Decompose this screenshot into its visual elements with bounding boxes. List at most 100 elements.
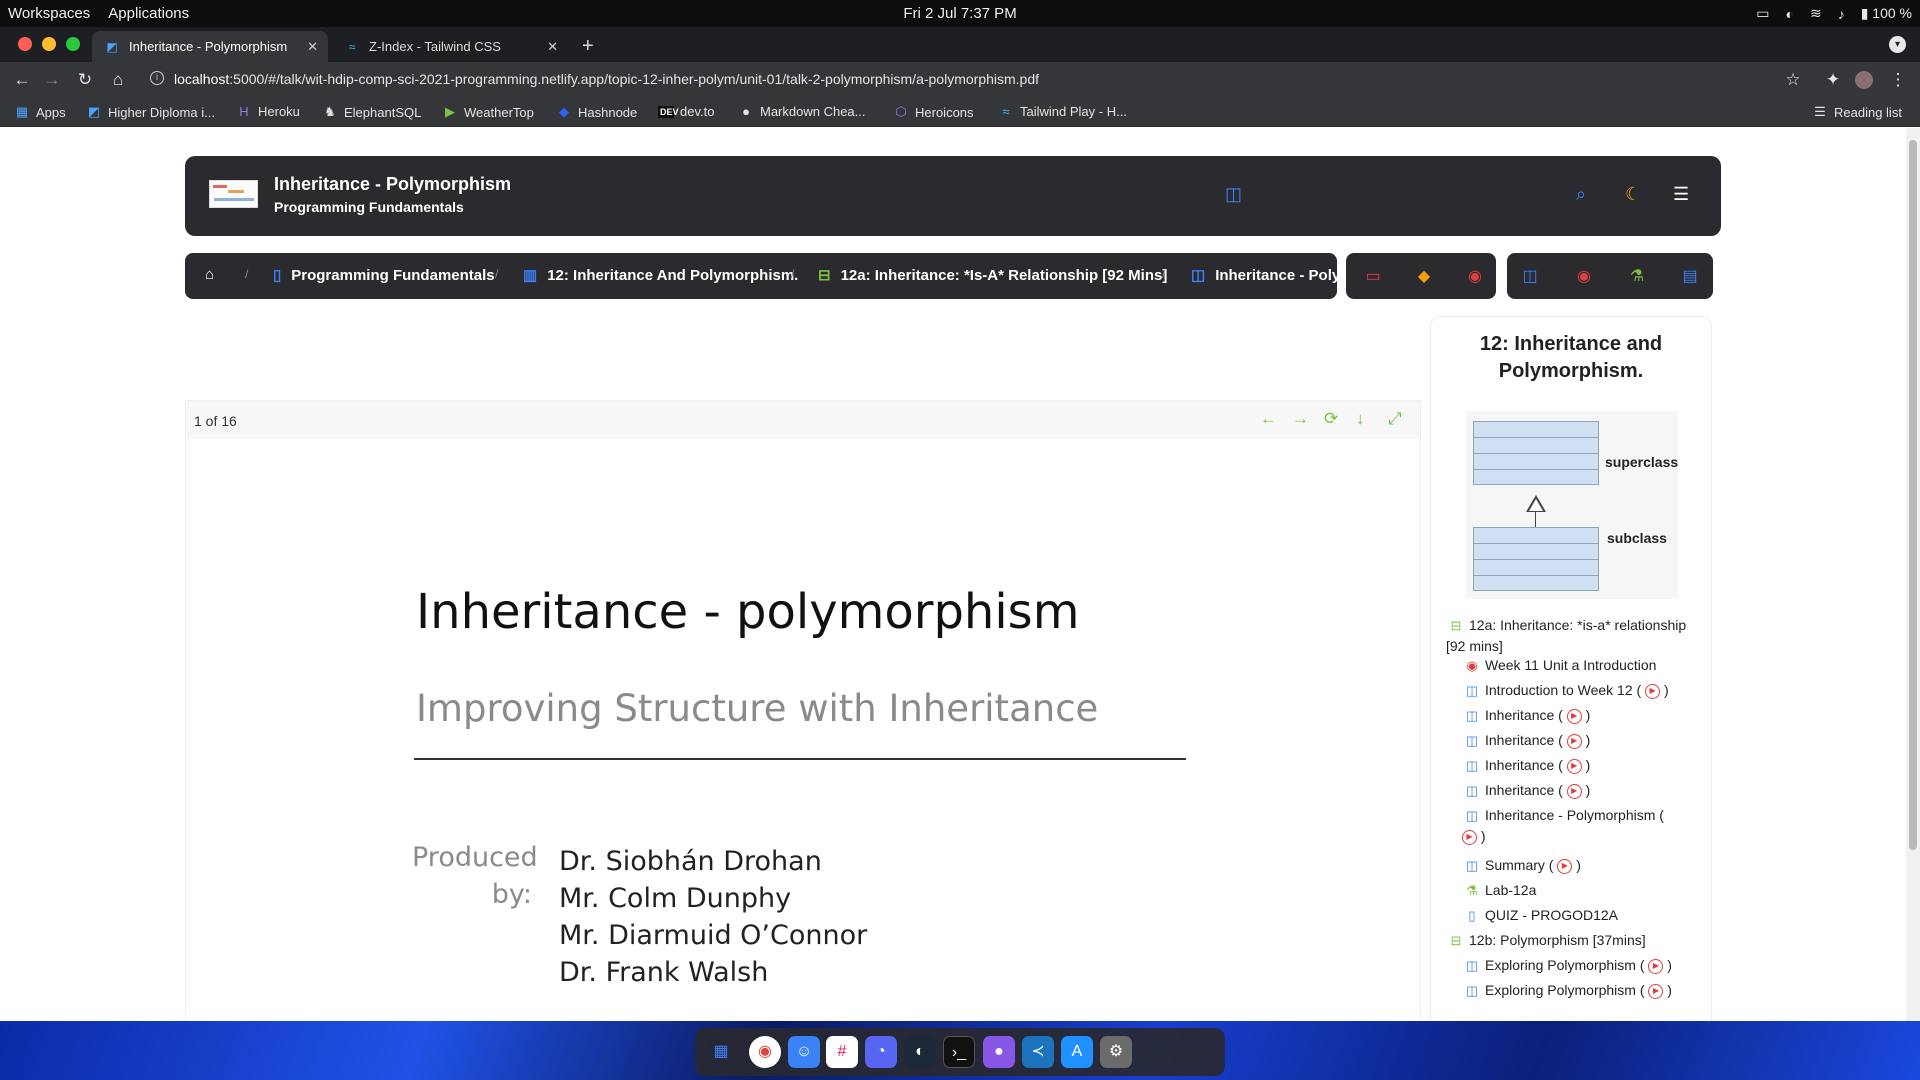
breadcrumb-topic[interactable]: ▥ 12: Inheritance And Polymorphism. bbox=[523, 266, 798, 285]
close-tab-icon[interactable]: ✕ bbox=[307, 39, 318, 55]
video-play-icon[interactable]: ▶ bbox=[1566, 759, 1582, 774]
display-icon[interactable]: ▭ bbox=[1756, 5, 1769, 22]
bookmark-heroicons[interactable]: ⬡ Heroicons bbox=[893, 104, 973, 120]
app-store-icon[interactable]: A bbox=[1061, 1036, 1093, 1068]
bookmark-elephantsql[interactable]: ♞ ElephantSQL bbox=[322, 104, 421, 120]
breadcrumb-course[interactable]: ▯ Programming Fundamentals bbox=[273, 266, 495, 285]
download-icon[interactable]: ↓ bbox=[1356, 409, 1365, 429]
tree-item-video[interactable]: ◉ Week 11 Unit a Introduction bbox=[1446, 655, 1706, 676]
workspaces-menu[interactable]: Workspaces bbox=[8, 5, 90, 22]
chrome-icon[interactable]: ◉ bbox=[749, 1036, 781, 1068]
applications-menu[interactable]: Applications bbox=[108, 5, 189, 22]
wifi-icon[interactable]: ≋ bbox=[1810, 5, 1822, 22]
previous-page-icon[interactable]: ← bbox=[1260, 409, 1277, 429]
bookmark-heroku[interactable]: H Heroku bbox=[236, 104, 300, 119]
menu-icon[interactable]: ☰ bbox=[1673, 184, 1689, 205]
window-maximize-button[interactable] bbox=[66, 37, 80, 51]
graduation-cap-icon[interactable]: ◆ bbox=[1413, 266, 1435, 286]
tree-item-talk[interactable]: ◫ Inheritance ( ▶ ) bbox=[1446, 755, 1706, 776]
breadcrumb-unit[interactable]: ⊟ 12a: Inheritance: *Is-A* Relationship [… bbox=[818, 266, 1167, 285]
reading-list-button[interactable]: ☰ Reading list bbox=[1812, 104, 1902, 120]
address-bar[interactable]: localhost:5000/#/talk/wit-hdip-comp-sci-… bbox=[174, 71, 1039, 87]
bookmark-hashnode[interactable]: ◆ Hashnode bbox=[556, 104, 637, 120]
topic-icon: ⊟ bbox=[1450, 933, 1462, 948]
steam-tray-icon[interactable]: ◐ bbox=[1785, 6, 1793, 22]
volume-icon[interactable]: ♪ bbox=[1838, 6, 1845, 22]
bookmark-devto[interactable]: DEV dev.to bbox=[658, 104, 714, 119]
archive-icon[interactable]: ▤ bbox=[1679, 266, 1701, 286]
chat-icon[interactable]: ▭ bbox=[1362, 266, 1384, 286]
video-play-icon[interactable]: ▶ bbox=[1648, 984, 1664, 999]
tab-z-index-tailwind[interactable]: ≈ Z-Index - Tailwind CSS ✕ bbox=[332, 31, 568, 62]
bookmark-markdown[interactable]: ● Markdown Chea... bbox=[738, 104, 865, 119]
app-grid-icon[interactable]: ▦ bbox=[705, 1036, 737, 1068]
tree-item-talk[interactable]: ◫ Introduction to Week 12 ( ▶ ) bbox=[1446, 680, 1706, 701]
bookmark-tailwind-play[interactable]: ≈ Tailwind Play - H... bbox=[998, 104, 1127, 119]
dark-mode-moon-icon[interactable]: ☾ bbox=[1625, 184, 1641, 205]
heroku-icon: H bbox=[239, 104, 249, 119]
rotate-icon[interactable]: ⟳ bbox=[1324, 409, 1338, 429]
github-desktop-icon[interactable]: ● bbox=[983, 1036, 1015, 1068]
lab-flask-icon[interactable]: ⚗ bbox=[1626, 266, 1648, 286]
video-play-icon[interactable]: ▶ bbox=[1462, 830, 1477, 845]
battery-status[interactable]: ▮ 100 % bbox=[1861, 5, 1912, 22]
browser-menu-icon[interactable]: ⋮ bbox=[1888, 70, 1908, 90]
video-play-icon[interactable]: ▶ bbox=[1648, 959, 1664, 974]
video-play-icon[interactable]: ◉ bbox=[1573, 266, 1595, 286]
tab-search-chevron-icon[interactable]: ▾ bbox=[1889, 36, 1906, 53]
bookmark-star-icon[interactable]: ☆ bbox=[1783, 70, 1803, 90]
search-icon[interactable]: ⌕ bbox=[1576, 184, 1586, 205]
extensions-puzzle-icon[interactable]: ✦ bbox=[1823, 70, 1843, 90]
tree-item-talk[interactable]: ◫ Summary ( ▶ ) bbox=[1446, 855, 1706, 876]
tree-item-talk[interactable]: ◫ Inheritance ( ▶ ) bbox=[1446, 780, 1706, 801]
bookmark-higher-diploma[interactable]: ◩ Higher Diploma i... bbox=[86, 104, 215, 120]
slides-icon[interactable]: ◫ bbox=[1519, 266, 1541, 286]
discord-icon[interactable]: ◔ bbox=[865, 1036, 897, 1068]
github-icon: ● bbox=[742, 104, 750, 119]
breadcrumb-home[interactable]: ⌂ bbox=[205, 266, 214, 283]
system-clock[interactable]: Fri 2 Jul 7:37 PM bbox=[903, 5, 1016, 22]
back-arrow-icon[interactable]: ← bbox=[12, 70, 32, 90]
window-close-button[interactable] bbox=[18, 37, 32, 51]
finder-icon[interactable]: ☺ bbox=[788, 1036, 820, 1068]
page-scrollbar[interactable] bbox=[1906, 128, 1920, 1021]
tree-item-talk[interactable]: ◫ Inheritance ( ▶ ) bbox=[1446, 705, 1706, 726]
bookmark-apps[interactable]: ▦ Apps bbox=[14, 104, 66, 120]
tree-item-talk[interactable]: ◫ Exploring Polymorphism ( ▶ ) bbox=[1446, 980, 1706, 1001]
tree-item-lab[interactable]: ⚗ Lab-12a bbox=[1446, 880, 1706, 901]
reload-icon[interactable]: ↻ bbox=[75, 70, 95, 90]
tree-item-talk[interactable]: ◫ Exploring Polymorphism ( ▶ ) bbox=[1446, 955, 1706, 976]
course-subtitle[interactable]: Programming Fundamentals bbox=[274, 199, 464, 215]
video-play-icon[interactable]: ▶ bbox=[1566, 734, 1582, 749]
terminal-icon[interactable]: ›_ bbox=[943, 1036, 975, 1068]
tab-inheritance-polymorphism[interactable]: ◩ Inheritance - Polymorphism ✕ bbox=[92, 31, 328, 62]
tree-item-quiz[interactable]: ▯ QUIZ - PROGOD12A bbox=[1446, 905, 1706, 926]
profile-avatar[interactable] bbox=[1855, 71, 1873, 89]
site-info-icon[interactable]: i bbox=[150, 71, 164, 85]
tree-item-topic[interactable]: ⊟ 12b: Polymorphism [37mins] bbox=[1446, 930, 1706, 951]
scrollbar-thumb[interactable] bbox=[1909, 140, 1917, 850]
home-icon[interactable]: ⌂ bbox=[108, 70, 128, 90]
breadcrumb-talk[interactable]: ◫ Inheritance - Polymorphism bbox=[1191, 266, 1337, 285]
slack-icon[interactable]: # bbox=[826, 1036, 858, 1068]
system-preferences-icon[interactable]: ⚙ bbox=[1100, 1036, 1132, 1068]
course-logo[interactable] bbox=[209, 180, 258, 208]
video-play-icon[interactable]: ▶ bbox=[1645, 684, 1661, 699]
forward-arrow-icon[interactable]: → bbox=[42, 70, 62, 90]
bookmark-weathertop[interactable]: ▶ WeatherTop bbox=[442, 104, 534, 120]
video-play-icon[interactable]: ◉ bbox=[1464, 266, 1486, 286]
fullscreen-icon[interactable]: ⤢ bbox=[1388, 409, 1402, 429]
uml-subclass-label: subclass bbox=[1607, 530, 1667, 546]
video-play-icon[interactable]: ▶ bbox=[1557, 859, 1573, 874]
new-tab-button[interactable]: + bbox=[582, 35, 594, 58]
close-tab-icon[interactable]: ✕ bbox=[547, 39, 558, 55]
tree-item-talk[interactable]: ◫ Inheritance ( ▶ ) bbox=[1446, 730, 1706, 751]
tree-item-topic[interactable]: ⊟ 12a: Inheritance: *is-a* relationship [… bbox=[1446, 615, 1706, 656]
steam-icon[interactable]: ◐ bbox=[904, 1036, 936, 1068]
window-minimize-button[interactable] bbox=[42, 37, 56, 51]
vscode-icon[interactable]: ≺ bbox=[1022, 1036, 1054, 1068]
next-page-icon[interactable]: → bbox=[1292, 409, 1309, 429]
video-play-icon[interactable]: ▶ bbox=[1566, 709, 1582, 724]
video-play-icon[interactable]: ▶ bbox=[1566, 784, 1582, 799]
tree-item-talk-current[interactable]: ◫ Inheritance - Polymorphism (▶ ) bbox=[1446, 805, 1706, 846]
